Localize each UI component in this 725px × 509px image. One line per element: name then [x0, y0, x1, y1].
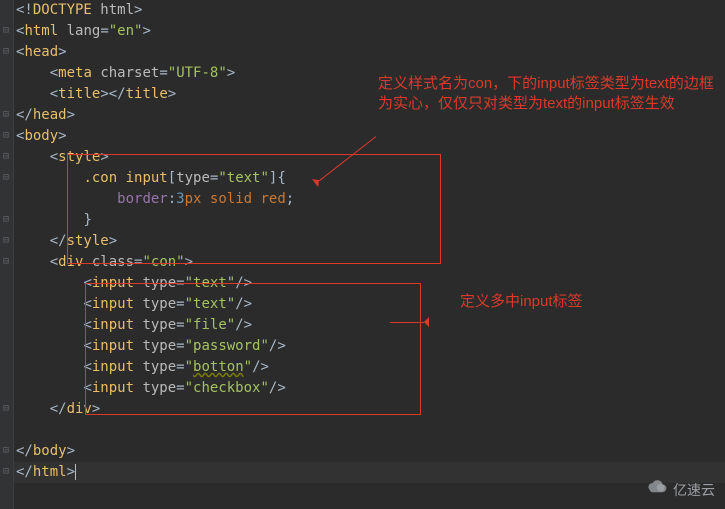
code-line[interactable]: </head>: [16, 105, 294, 126]
cloud-icon: [643, 479, 669, 501]
code-line[interactable]: }: [16, 210, 294, 231]
fold-marker[interactable]: ⊟: [3, 152, 9, 162]
fold-marker[interactable]: ⊟: [3, 236, 9, 246]
code-line[interactable]: .con input[type="text"]{: [16, 168, 294, 189]
code-line[interactable]: </body>: [16, 441, 294, 462]
watermark: 亿速云: [643, 479, 715, 501]
code-line[interactable]: <input type="password"/>: [16, 336, 294, 357]
code-line[interactable]: <input type="checkbox"/>: [16, 378, 294, 399]
fold-marker[interactable]: ⊟: [3, 446, 9, 456]
fold-marker[interactable]: ⊟: [3, 47, 9, 57]
code-line[interactable]: </style>: [16, 231, 294, 252]
fold-marker[interactable]: ⊟: [3, 257, 9, 267]
code-line[interactable]: <head>: [16, 42, 294, 63]
text-caret: [75, 464, 76, 480]
fold-marker[interactable]: ⊟: [3, 26, 9, 36]
code-line[interactable]: <meta charset="UTF-8">: [16, 63, 294, 84]
code-line[interactable]: <title></title>: [16, 84, 294, 105]
code-line[interactable]: <input type="text"/>: [16, 294, 294, 315]
code-line[interactable]: <style>: [16, 147, 294, 168]
code-line[interactable]: border:3px solid red;: [16, 189, 294, 210]
fold-marker[interactable]: ⊟: [3, 110, 9, 120]
code-line[interactable]: <input type="text"/>: [16, 273, 294, 294]
annotation-arrow-inputs: [390, 322, 424, 323]
code-line[interactable]: </div>: [16, 399, 294, 420]
annotation-text-inputs: 定义多中input标签: [460, 292, 583, 312]
annotation-text-style: 定义样式名为con，下的input标签类型为text的边框为实心，仅仅只对类型为…: [378, 74, 718, 114]
code-line[interactable]: <input type="file"/>: [16, 315, 294, 336]
code-line[interactable]: <!DOCTYPE html>: [16, 0, 294, 21]
code-line[interactable]: <body>: [16, 126, 294, 147]
fold-marker[interactable]: ⊟: [3, 404, 9, 414]
annotation-arrowhead-inputs: [419, 317, 429, 327]
fold-marker[interactable]: ⊟: [3, 215, 9, 225]
watermark-text: 亿速云: [673, 480, 715, 501]
annotation-arrowhead-style: [312, 173, 326, 187]
code-line[interactable]: <div class="con">: [16, 252, 294, 273]
code-line[interactable]: [16, 420, 294, 441]
code-line[interactable]: </html>: [16, 462, 294, 483]
code-line[interactable]: <html lang="en">: [16, 21, 294, 42]
code-area[interactable]: <!DOCTYPE html><html lang="en"><head> <m…: [16, 0, 294, 483]
fold-marker[interactable]: ⊟: [3, 173, 9, 183]
fold-marker[interactable]: ⊟: [3, 467, 9, 477]
fold-marker[interactable]: ⊟: [3, 131, 9, 141]
annotation-arrow-style: [319, 136, 376, 181]
editor-gutter: [0, 0, 14, 509]
code-line[interactable]: <input type="botton"/>: [16, 357, 294, 378]
